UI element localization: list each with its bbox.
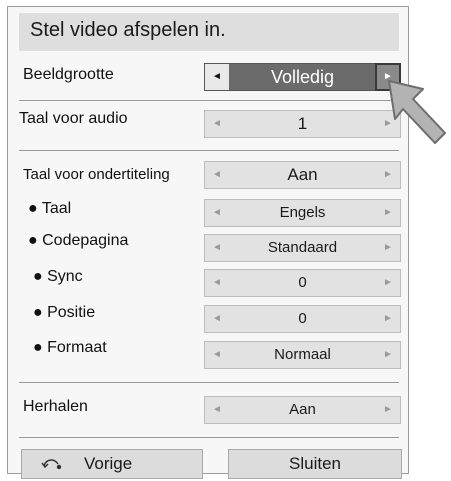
setting-label-formaat: ● Formaat [33,339,107,356]
setting-label-taal: ● Taal [28,200,72,217]
divider [19,382,399,383]
taal-audio-selector[interactable]: ◄ 1 ► [204,110,401,138]
setting-label-ondertiteling: Taal voor ondertiteling [23,166,170,183]
back-button-label: Vorige [84,454,133,473]
pointer-cursor-icon [388,80,446,144]
taal-value: Engels [279,204,326,221]
codepagina-value: Standaard [267,239,338,256]
beeldgrootte-value: Volledig [270,67,335,87]
right-arrow-icon[interactable]: ► [376,200,400,226]
left-arrow-icon[interactable]: ◄ [205,111,229,137]
setting-label-beeldgrootte: Beeldgrootte [23,66,114,83]
positie-value: 0 [298,310,307,327]
formaat-value: Normaal [274,346,331,363]
setting-label-herhalen: Herhalen [23,398,88,415]
settings-dialog: Stel video afspelen in. Beeldgrootte ◄ V… [7,6,409,479]
right-arrow-icon[interactable]: ► [376,342,400,368]
formaat-selector[interactable]: ◄ Normaal ► [204,341,401,369]
right-arrow-icon[interactable]: ► [376,162,400,188]
beeldgrootte-selector[interactable]: ◄ Volledig ► [204,63,401,91]
herhalen-selector[interactable]: ◄ Aan ► [204,396,401,424]
left-arrow-icon[interactable]: ◄ [205,162,229,188]
close-button-label: Sluiten [289,454,341,473]
divider [19,150,399,151]
right-arrow-icon[interactable]: ► [376,397,400,423]
setting-label-sync: ● Sync [33,268,83,285]
back-button[interactable]: Vorige [21,449,203,479]
taal-audio-value: 1 [297,114,308,133]
left-arrow-icon[interactable]: ◄ [205,200,229,226]
setting-label-positie: ● Positie [33,304,96,321]
ondertiteling-value: Aan [287,165,318,184]
setting-label-taal-audio: Taal voor audio [19,110,128,127]
positie-selector[interactable]: ◄ 0 ► [204,305,401,333]
right-arrow-icon[interactable]: ► [376,235,400,261]
left-arrow-icon[interactable]: ◄ [205,64,229,90]
sync-value: 0 [298,274,307,291]
dialog-title: Stel video afspelen in. [30,19,226,41]
ondertiteling-selector[interactable]: ◄ Aan ► [204,161,401,189]
divider [19,437,399,438]
divider [19,100,399,101]
right-arrow-icon[interactable]: ► [376,270,400,296]
taal-selector[interactable]: ◄ Engels ► [204,199,401,227]
right-arrow-icon[interactable]: ► [376,306,400,332]
herhalen-value: Aan [289,401,316,418]
left-arrow-icon[interactable]: ◄ [205,397,229,423]
codepagina-selector[interactable]: ◄ Standaard ► [204,234,401,262]
left-arrow-icon[interactable]: ◄ [205,270,229,296]
close-button[interactable]: Sluiten [228,449,402,479]
title-bar: Stel video afspelen in. [19,13,399,51]
back-icon [41,459,62,470]
left-arrow-icon[interactable]: ◄ [205,235,229,261]
sync-selector[interactable]: ◄ 0 ► [204,269,401,297]
left-arrow-icon[interactable]: ◄ [205,306,229,332]
left-arrow-icon[interactable]: ◄ [205,342,229,368]
setting-label-codepagina: ● Codepagina [28,232,129,249]
